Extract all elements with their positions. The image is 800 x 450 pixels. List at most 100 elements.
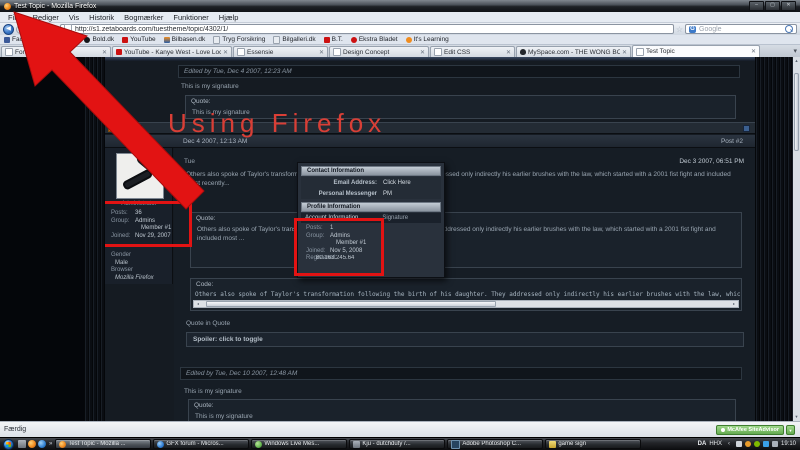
tab-close-icon[interactable]: ✕ bbox=[506, 49, 511, 56]
maximize-button[interactable]: ▢ bbox=[765, 1, 780, 11]
menu-rediger[interactable]: Rediger bbox=[28, 13, 64, 22]
bookmark-its-learning[interactable]: It's Learning bbox=[406, 36, 449, 43]
bookmark-tryg[interactable]: Tryg Forsikring bbox=[213, 36, 265, 44]
task-buttons: Test Topic - Mozilla ... GFX forum - Mic… bbox=[55, 439, 641, 449]
search-icon[interactable] bbox=[785, 25, 793, 33]
email-link[interactable]: Click Here bbox=[383, 180, 411, 186]
scroll-right-icon[interactable]: ▸ bbox=[730, 301, 738, 307]
start-button[interactable] bbox=[3, 439, 14, 450]
post-link-icon[interactable] bbox=[743, 125, 750, 132]
taskbar-item-game-sign[interactable]: game sign bbox=[545, 439, 641, 449]
post-number[interactable]: Post #2 bbox=[721, 138, 743, 145]
email-post-icon[interactable] bbox=[108, 125, 117, 132]
menu-historik[interactable]: Historik bbox=[84, 13, 119, 22]
search-input[interactable]: G Google bbox=[685, 24, 797, 34]
pm-link[interactable]: PM bbox=[383, 191, 392, 197]
close-button[interactable]: ✕ bbox=[781, 1, 796, 11]
quote-label: Quote: bbox=[186, 96, 735, 107]
page-icon bbox=[237, 48, 245, 56]
tray-volume-icon[interactable] bbox=[772, 441, 778, 447]
tab-close-icon[interactable]: ✕ bbox=[622, 49, 627, 56]
page-icon bbox=[333, 48, 341, 56]
status-bar: Færdig McAfee SiteAdvisor ▼ bbox=[0, 421, 800, 437]
show-desktop-icon[interactable] bbox=[18, 440, 26, 448]
tab-signature[interactable]: Signature bbox=[382, 215, 408, 221]
url-bar[interactable]: http://s1.zetaboards.com/tuestheme/topic… bbox=[60, 24, 674, 34]
vertical-scrollbar[interactable]: ▲ ▼ bbox=[793, 57, 800, 421]
messenger-icon[interactable] bbox=[38, 440, 46, 448]
tab-myspace[interactable]: MySpace.com - THE WONG BOYS *...✕ bbox=[516, 46, 631, 57]
bookmark-bilgalleri[interactable]: Bilgalleri.dk bbox=[273, 36, 315, 44]
bookmark-facebook[interactable]: Facebook bbox=[4, 36, 41, 43]
mcafee-dropdown-icon[interactable]: ▼ bbox=[786, 425, 795, 435]
youtube-icon bbox=[116, 49, 122, 55]
profile-button-icon[interactable] bbox=[120, 125, 142, 132]
taskbar-item-firefox[interactable]: Test Topic - Mozilla ... bbox=[55, 439, 151, 449]
tray-messenger-icon[interactable] bbox=[745, 441, 751, 447]
tray-antivirus-icon[interactable] bbox=[754, 441, 760, 447]
tab-close-icon[interactable]: ✕ bbox=[420, 49, 425, 56]
code-label: Code: bbox=[191, 279, 741, 290]
mcafee-siteadvisor-badge[interactable]: McAfee SiteAdvisor bbox=[716, 425, 784, 435]
post-author-link[interactable]: Tue bbox=[105, 138, 173, 145]
home-icon[interactable]: ⌂ bbox=[49, 25, 58, 34]
menu-hjaelp[interactable]: Hjælp bbox=[214, 13, 244, 22]
bookmark-bt[interactable]: B.T. bbox=[324, 36, 343, 43]
language-indicator[interactable]: DA bbox=[698, 441, 707, 447]
google-icon[interactable]: G bbox=[689, 26, 696, 33]
firefox-icon[interactable] bbox=[28, 440, 36, 448]
minimize-button[interactable]: – bbox=[749, 1, 764, 11]
quick-launch-overflow-icon[interactable]: » bbox=[49, 441, 52, 447]
taskbar-item-kju[interactable]: Kju - dutchduty /... bbox=[349, 439, 445, 449]
tab-forum[interactable]: Forum Pro...✕ bbox=[1, 46, 111, 57]
annotation-caption: Using Firefox bbox=[168, 108, 386, 139]
taskbar-item-gfx-forum[interactable]: GFX forum - Micros... bbox=[153, 439, 249, 449]
spoiler-toggle[interactable]: Spoiler: click to toggle bbox=[186, 332, 744, 347]
tray-collapse-icon[interactable]: ‹ bbox=[728, 441, 730, 447]
tab-close-icon[interactable]: ✕ bbox=[751, 48, 756, 55]
tab-design-concept[interactable]: Design Concept✕ bbox=[329, 46, 429, 57]
bookmark-bilbasen[interactable]: Bilbasen.dk bbox=[164, 36, 206, 43]
scroll-up-icon[interactable]: ▲ bbox=[793, 57, 800, 65]
tab-essensie[interactable]: Essensie✕ bbox=[233, 46, 328, 57]
search-placeholder[interactable]: Google bbox=[699, 26, 782, 33]
tab-close-icon[interactable]: ✕ bbox=[223, 49, 228, 56]
scroll-down-icon[interactable]: ▼ bbox=[793, 413, 800, 421]
tab-close-icon[interactable]: ✕ bbox=[102, 49, 107, 56]
bookmark-ekstra-bladet[interactable]: Ekstra Bladet bbox=[351, 36, 398, 43]
scrollbar-thumb[interactable] bbox=[794, 73, 799, 151]
menu-bogmaerker[interactable]: Bogmærker bbox=[119, 13, 168, 22]
menu-filer[interactable]: Filer bbox=[3, 13, 28, 22]
quote-text: Others also spoke of Taylor's transforma… bbox=[191, 224, 741, 244]
tab-test-topic[interactable]: Test Topic✕ bbox=[632, 45, 760, 57]
stop-icon[interactable]: ✕ bbox=[38, 25, 47, 34]
tray-network-icon[interactable] bbox=[763, 441, 769, 447]
tab-close-icon[interactable]: ✕ bbox=[319, 49, 324, 56]
keyboard-layout-indicator[interactable]: HHX bbox=[709, 441, 722, 447]
forward-button[interactable]: ▶ bbox=[16, 25, 25, 34]
back-button[interactable]: ◀ bbox=[3, 24, 14, 35]
bookmark-2008[interactable]: 2008... bbox=[49, 36, 77, 43]
clock[interactable]: 19:10 bbox=[781, 441, 796, 447]
menu-funktioner[interactable]: Funktioner bbox=[168, 13, 213, 22]
menu-vis[interactable]: Vis bbox=[64, 13, 84, 22]
tab-edit-css[interactable]: Edit CSS✕ bbox=[430, 46, 515, 57]
profile-information-header: Profile Information bbox=[301, 202, 441, 212]
scrollbar-thumb[interactable] bbox=[206, 301, 496, 307]
taskbar-item-photoshop[interactable]: Adobe Photoshop C... bbox=[447, 439, 543, 449]
tab-list-dropdown-icon[interactable]: ▾ bbox=[793, 47, 797, 55]
bookmark-star-icon[interactable]: ☆ bbox=[676, 25, 683, 34]
facebook-icon bbox=[4, 37, 10, 43]
url-text[interactable]: http://s1.zetaboards.com/tuestheme/topic… bbox=[75, 26, 228, 33]
taskbar-item-windows-live[interactable]: Windows Live Mes... bbox=[251, 439, 347, 449]
status-text: Færdig bbox=[4, 426, 26, 433]
tray-user-icon[interactable] bbox=[736, 441, 742, 447]
reload-icon[interactable]: ↻ bbox=[27, 25, 36, 34]
bookmark-bold-dk[interactable]: Bold.dk bbox=[84, 36, 114, 43]
scroll-left-icon[interactable]: ◂ bbox=[194, 301, 202, 307]
theme-curtain-left bbox=[84, 57, 105, 421]
email-row: Email Address: Click Here bbox=[301, 177, 441, 188]
tab-youtube[interactable]: YouTube - Kanye West - Love Lock...✕ bbox=[112, 46, 232, 57]
bookmark-youtube[interactable]: YouTube bbox=[122, 36, 156, 43]
code-horizontal-scrollbar[interactable]: ◂ ▸ bbox=[193, 300, 739, 308]
